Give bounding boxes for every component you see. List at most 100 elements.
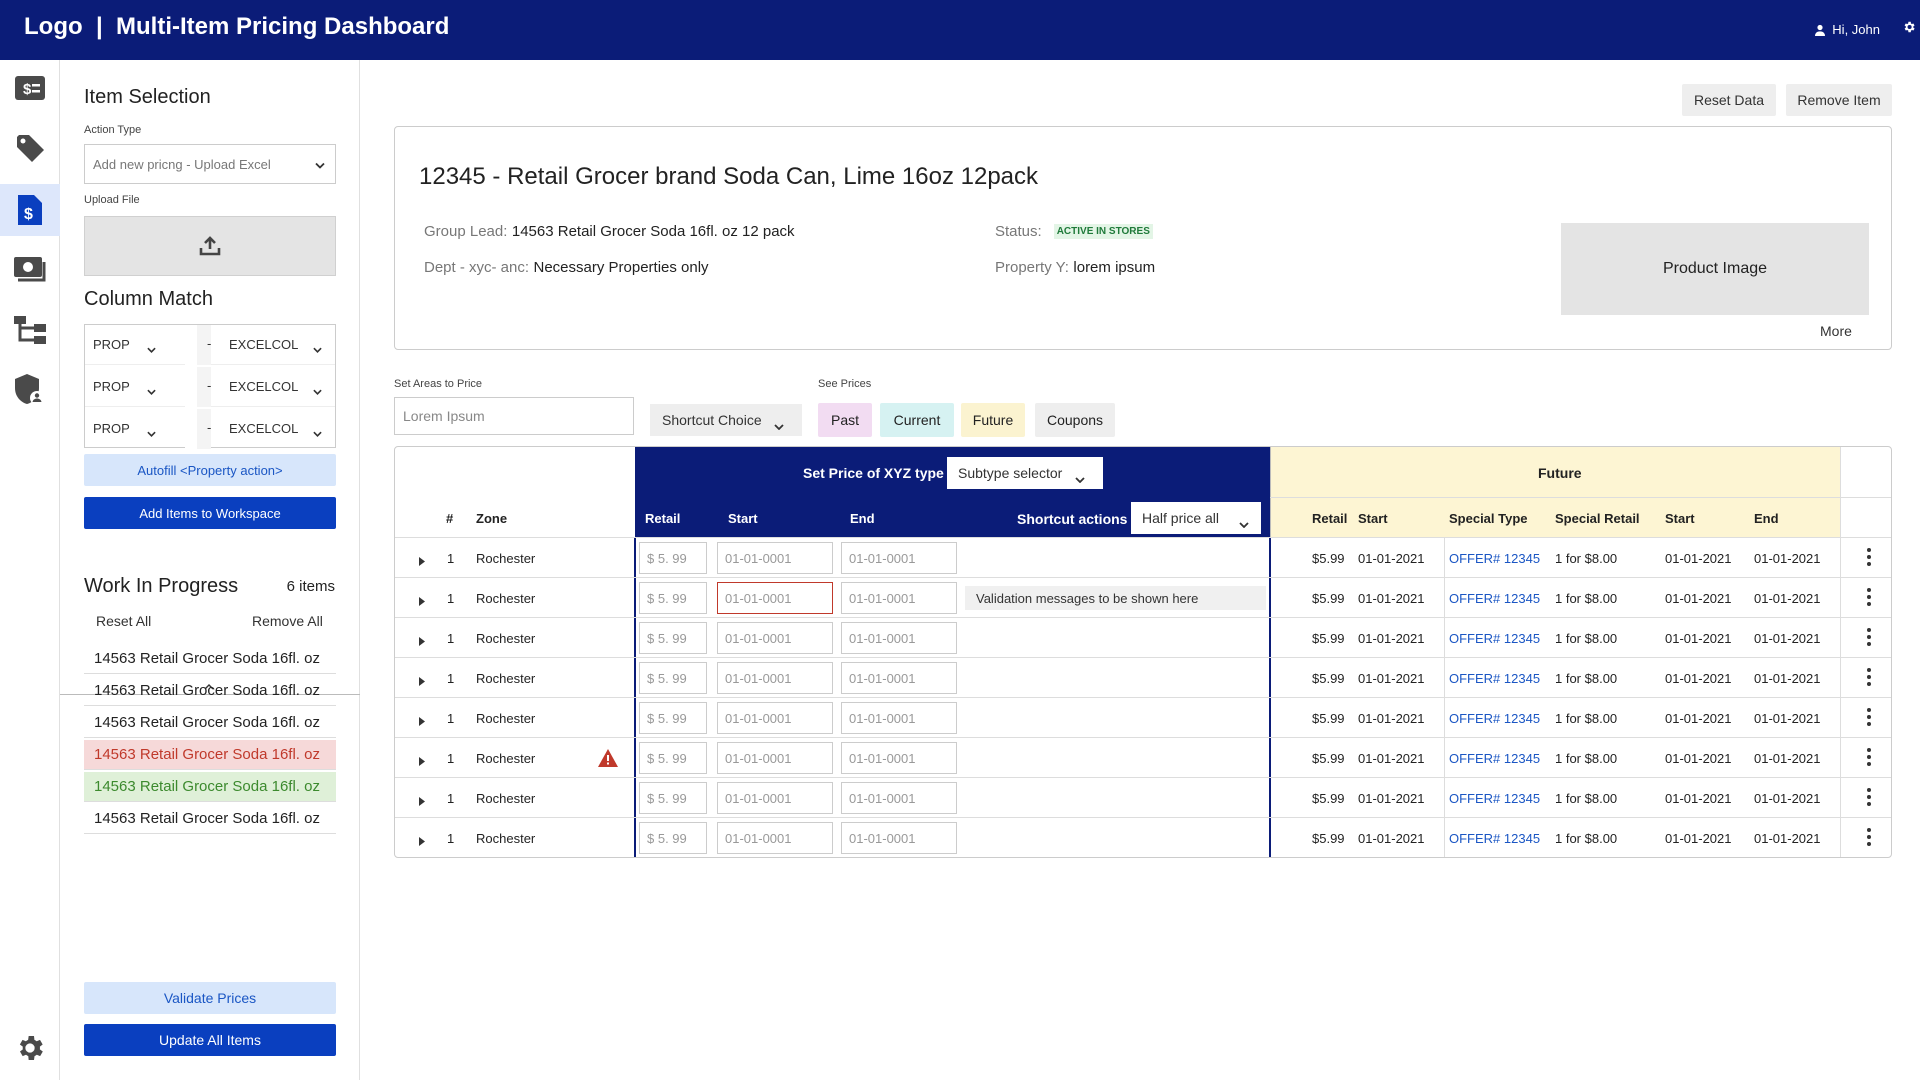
chip-current[interactable]: Current [880, 403, 954, 437]
chevron-down-icon [1075, 470, 1085, 486]
start-date-input[interactable]: 01-01-0001 [717, 742, 833, 774]
special-start: 01-01-2021 [1665, 630, 1732, 646]
price-doc-icon[interactable]: $ [0, 184, 60, 236]
more-vert-icon[interactable] [1867, 548, 1871, 566]
offer-link[interactable]: OFFER# 12345 [1449, 698, 1540, 738]
expand-icon[interactable] [419, 634, 425, 649]
areas-input[interactable]: Lorem Ipsum [394, 397, 634, 435]
retail-input[interactable]: $ 5. 99 [639, 662, 707, 694]
retail-input[interactable]: $ 5. 99 [639, 582, 707, 614]
end-date-input[interactable]: 01-01-0001 [841, 782, 957, 814]
special-end: 01-01-2021 [1754, 590, 1821, 606]
more-link[interactable]: More [1820, 323, 1852, 339]
start-date-input[interactable]: 01-01-0001 [717, 662, 833, 694]
excelcol-select[interactable]: EXCELCOL [229, 337, 298, 352]
validate-prices-button[interactable]: Validate Prices [84, 982, 336, 1014]
wip-list-item[interactable]: 14563 Retail Grocer Soda 16fl. oz [84, 676, 336, 706]
upload-dropzone[interactable] [84, 216, 336, 276]
special-start: 01-01-2021 [1665, 590, 1732, 606]
excelcol-select[interactable]: EXCELCOL [229, 421, 298, 436]
remove-item-button[interactable]: Remove Item [1786, 84, 1892, 116]
end-date-input[interactable]: 01-01-0001 [841, 622, 957, 654]
start-date-input[interactable]: 01-01-0001 [717, 782, 833, 814]
offer-link[interactable]: OFFER# 12345 [1449, 778, 1540, 818]
offer-link[interactable]: OFFER# 12345 [1449, 658, 1540, 698]
subtype-select[interactable]: Subtype selector [947, 457, 1103, 489]
wip-list-item[interactable]: 14563 Retail Grocer Soda 16fl. oz [84, 644, 336, 674]
warning-icon[interactable] [597, 748, 619, 771]
expand-icon[interactable] [419, 674, 425, 689]
retail-input[interactable]: $ 5. 99 [639, 622, 707, 654]
expand-icon[interactable] [419, 834, 425, 849]
future-start: 01-01-2021 [1358, 750, 1425, 766]
tag-icon[interactable] [0, 122, 60, 174]
add-items-button[interactable]: Add Items to Workspace [84, 497, 336, 529]
end-date-input[interactable]: 01-01-0001 [841, 742, 957, 774]
autofill-button[interactable]: Autofill <Property action> [84, 454, 336, 486]
start-date-input[interactable]: 01-01-0001 [717, 702, 833, 734]
more-vert-icon[interactable] [1867, 668, 1871, 686]
reset-data-button[interactable]: Reset Data [1682, 84, 1776, 116]
expand-icon[interactable] [419, 754, 425, 769]
more-vert-icon[interactable] [1867, 828, 1871, 846]
expand-icon[interactable] [419, 794, 425, 809]
end-date-input[interactable]: 01-01-0001 [841, 662, 957, 694]
more-vert-icon[interactable] [1867, 748, 1871, 766]
expand-icon[interactable] [419, 594, 425, 609]
reset-all-link[interactable]: Reset All [96, 613, 151, 629]
retail-input[interactable]: $ 5. 99 [639, 702, 707, 734]
col-retail: Retail [645, 511, 681, 526]
end-date-input[interactable]: 01-01-0001 [841, 822, 957, 854]
more-vert-icon[interactable] [1867, 588, 1871, 606]
wip-list-item[interactable]: 14563 Retail Grocer Soda 16fl. oz [84, 804, 336, 834]
dept-key: Dept - xyc- anc: [424, 259, 530, 276]
cash-icon[interactable] [0, 244, 60, 296]
wip-list-item[interactable]: 14563 Retail Grocer Soda 16fl. oz [84, 708, 336, 738]
action-type-select[interactable]: Add new pricng - Upload Excel [84, 144, 336, 184]
pricing-icon[interactable]: $ [0, 62, 60, 114]
header-settings-icon[interactable] [1902, 20, 1916, 39]
retail-input[interactable]: $ 5. 99 [639, 742, 707, 774]
half-price-value: Half price all [1142, 510, 1220, 526]
end-date-input[interactable]: 01-01-0001 [841, 702, 957, 734]
wip-list-item[interactable]: 14563 Retail Grocer Soda 16fl. oz [84, 772, 336, 802]
start-date-input[interactable]: 01-01-0001 [717, 622, 833, 654]
hierarchy-icon[interactable] [0, 304, 60, 356]
retail-input[interactable]: $ 5. 99 [639, 822, 707, 854]
expand-icon[interactable] [419, 554, 425, 569]
end-date-input[interactable]: 01-01-0001 [841, 542, 957, 574]
offer-link[interactable]: OFFER# 12345 [1449, 538, 1540, 578]
remove-all-link[interactable]: Remove All [252, 613, 323, 629]
update-all-button[interactable]: Update All Items [84, 1024, 336, 1056]
more-vert-icon[interactable] [1867, 708, 1871, 726]
retail-input[interactable]: $ 5. 99 [639, 782, 707, 814]
offer-link[interactable]: OFFER# 12345 [1449, 738, 1540, 778]
chip-coupons[interactable]: Coupons [1035, 403, 1115, 437]
wip-list-item[interactable]: 14563 Retail Grocer Soda 16fl. oz [84, 740, 336, 770]
retail-input[interactable]: $ 5. 99 [639, 542, 707, 574]
col-future-retail: Retail [1312, 511, 1348, 526]
more-vert-icon[interactable] [1867, 788, 1871, 806]
shortcut-choice-select[interactable]: Shortcut Choice [650, 404, 802, 436]
more-vert-icon[interactable] [1867, 628, 1871, 646]
offer-link[interactable]: OFFER# 12345 [1449, 818, 1540, 857]
col-special-retail: Special Retail [1555, 511, 1640, 526]
expand-icon[interactable] [419, 714, 425, 729]
offer-link[interactable]: OFFER# 12345 [1449, 578, 1540, 618]
prop-select[interactable]: PROP [93, 337, 130, 352]
excelcol-select[interactable]: EXCELCOL [229, 379, 298, 394]
shield-user-icon[interactable] [0, 364, 60, 416]
end-date-input[interactable]: 01-01-0001 [841, 582, 957, 614]
offer-link[interactable]: OFFER# 12345 [1449, 618, 1540, 658]
start-date-input[interactable]: 01-01-0001 [717, 542, 833, 574]
chip-past[interactable]: Past [818, 403, 872, 437]
prop-select[interactable]: PROP [93, 421, 130, 436]
future-retail: $5.99 [1312, 630, 1345, 646]
settings-icon[interactable] [0, 1022, 60, 1074]
start-date-input[interactable]: 01-01-0001 [717, 582, 833, 614]
prop-select[interactable]: PROP [93, 379, 130, 394]
start-date-input[interactable]: 01-01-0001 [717, 822, 833, 854]
user-menu[interactable]: Hi, John [1814, 22, 1880, 37]
half-price-select[interactable]: Half price all [1131, 502, 1261, 534]
chip-future[interactable]: Future [961, 403, 1025, 437]
